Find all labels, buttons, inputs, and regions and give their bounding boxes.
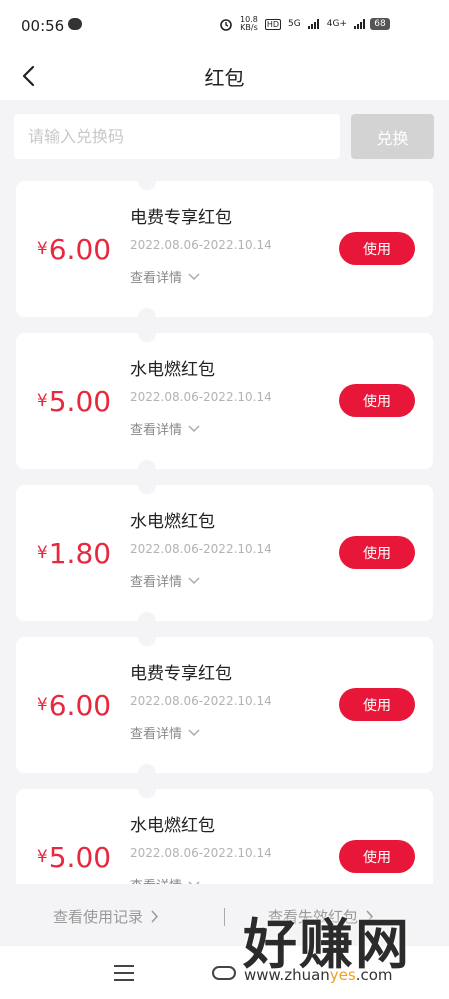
coupon-card: ¥5.00 水电燃红包 2022.08.06-2022.10.14 查看详情 使…: [16, 780, 433, 884]
coupon-amount: ¥5.00: [26, 789, 122, 884]
coupon-validity-dates: 2022.08.06-2022.10.14: [130, 238, 272, 252]
net-speed: 10.8 KB/s: [240, 15, 258, 32]
view-details-link[interactable]: 查看详情: [130, 419, 200, 438]
coupon-name: 水电燃红包: [130, 360, 215, 380]
view-details-link[interactable]: 查看详情: [130, 571, 200, 590]
signal-5g-icon: 5G: [288, 19, 301, 29]
coupon-amount: ¥5.00: [26, 333, 122, 469]
use-coupon-button[interactable]: 使用: [339, 384, 415, 417]
coupon-name: 水电燃红包: [130, 816, 215, 836]
redeem-code-input[interactable]: [14, 114, 340, 159]
coupon-amount-value: 6.00: [48, 232, 112, 266]
divider: [224, 908, 225, 926]
view-details-link[interactable]: 查看详情: [130, 723, 200, 742]
coupon-card: ¥5.00 水电燃红包 2022.08.06-2022.10.14 查看详情 使…: [16, 324, 433, 478]
coupon-card: ¥6.00 电费专享红包 2022.08.06-2022.10.14 查看详情 …: [16, 628, 433, 782]
chevron-down-icon: [188, 576, 200, 584]
hd-icon: HD: [264, 18, 282, 30]
coupon-name: 水电燃红包: [130, 512, 215, 532]
chevron-down-icon: [188, 880, 200, 884]
alarm-icon: [220, 19, 232, 31]
signal-4g-icon: 4G+: [326, 19, 347, 29]
usage-history-label: 查看使用记录: [53, 908, 144, 926]
coupon-notch: [138, 628, 156, 646]
use-coupon-button[interactable]: 使用: [339, 840, 415, 873]
chevron-down-icon: [188, 424, 200, 432]
battery-icon: 68: [370, 18, 390, 30]
view-details-link[interactable]: 查看详情: [130, 267, 200, 286]
coupon-amount-value: 6.00: [48, 688, 112, 722]
view-details-link[interactable]: 查看详情: [130, 875, 200, 884]
menu-icon[interactable]: [114, 965, 134, 981]
coupon-notch: [138, 324, 156, 342]
use-coupon-button[interactable]: 使用: [339, 536, 415, 569]
use-coupon-button[interactable]: 使用: [339, 232, 415, 265]
status-time: 00:56: [21, 17, 65, 35]
signal-bars-2-icon: [354, 19, 365, 29]
signal-bars-icon: [307, 19, 319, 29]
status-bar: 00:56 10.8 KB/s HD 5G 4G+ 68: [0, 0, 449, 52]
coupon-validity-dates: 2022.08.06-2022.10.14: [130, 694, 272, 708]
coupon-notch: [138, 476, 156, 494]
page-title: 红包: [204, 66, 245, 90]
coupon-amount-value: 5.00: [48, 384, 112, 418]
view-details-label: 查看详情: [130, 423, 183, 438]
chevron-down-icon: [188, 272, 200, 280]
bottom-links-bar: 查看使用记录 查看失效红包: [0, 888, 449, 946]
system-nav-bar: [0, 946, 449, 999]
view-details-label: 查看详情: [130, 727, 183, 742]
title-bar: 红包: [0, 52, 449, 100]
coupon-validity-dates: 2022.08.06-2022.10.14: [130, 846, 272, 860]
currency-symbol: ¥: [36, 543, 48, 563]
redeem-button[interactable]: 兑换: [351, 114, 434, 159]
coupon-card: ¥1.80 水电燃红包 2022.08.06-2022.10.14 查看详情 使…: [16, 476, 433, 630]
coupon-card: ¥6.00 电费专享红包 2022.08.06-2022.10.14 查看详情 …: [16, 181, 433, 326]
coupon-validity-dates: 2022.08.06-2022.10.14: [130, 390, 272, 404]
coupon-notch: [138, 780, 156, 798]
home-icon[interactable]: [212, 966, 236, 980]
coupon-notch: [138, 181, 156, 190]
view-details-label: 查看详情: [130, 875, 182, 884]
currency-symbol: ¥: [36, 391, 48, 411]
coupon-amount-value: 1.80: [48, 536, 112, 570]
status-icons: 10.8 KB/s HD 5G 4G+: [219, 16, 389, 32]
currency-symbol: ¥: [36, 695, 48, 715]
chevron-down-icon: [188, 728, 200, 736]
coupon-name: 电费专享红包: [130, 664, 232, 684]
coupon-validity-dates: 2022.08.06-2022.10.14: [130, 542, 272, 556]
coupon-amount: ¥6.00: [26, 181, 122, 317]
currency-symbol: ¥: [36, 847, 48, 867]
currency-symbol: ¥: [36, 239, 48, 259]
expired-coupons-link[interactable]: 查看失效红包: [268, 906, 374, 927]
use-coupon-button[interactable]: 使用: [339, 688, 415, 721]
view-details-label: 查看详情: [130, 271, 183, 286]
coupon-list[interactable]: ¥6.00 电费专享红包 2022.08.06-2022.10.14 查看详情 …: [0, 181, 449, 884]
usage-history-link[interactable]: 查看使用记录: [53, 906, 159, 927]
coupon-amount-value: 5.00: [48, 840, 112, 874]
coupon-name: 电费专享红包: [130, 208, 232, 228]
redeem-row: 兑换: [14, 114, 434, 159]
coupon-amount: ¥6.00: [26, 637, 122, 773]
chevron-right-icon: [151, 910, 159, 923]
coupon-amount: ¥1.80: [26, 485, 122, 621]
view-details-label: 查看详情: [130, 575, 183, 590]
chevron-right-icon: [366, 910, 374, 923]
expired-coupons-label: 查看失效红包: [268, 908, 359, 926]
message-notification-icon: [68, 18, 82, 30]
